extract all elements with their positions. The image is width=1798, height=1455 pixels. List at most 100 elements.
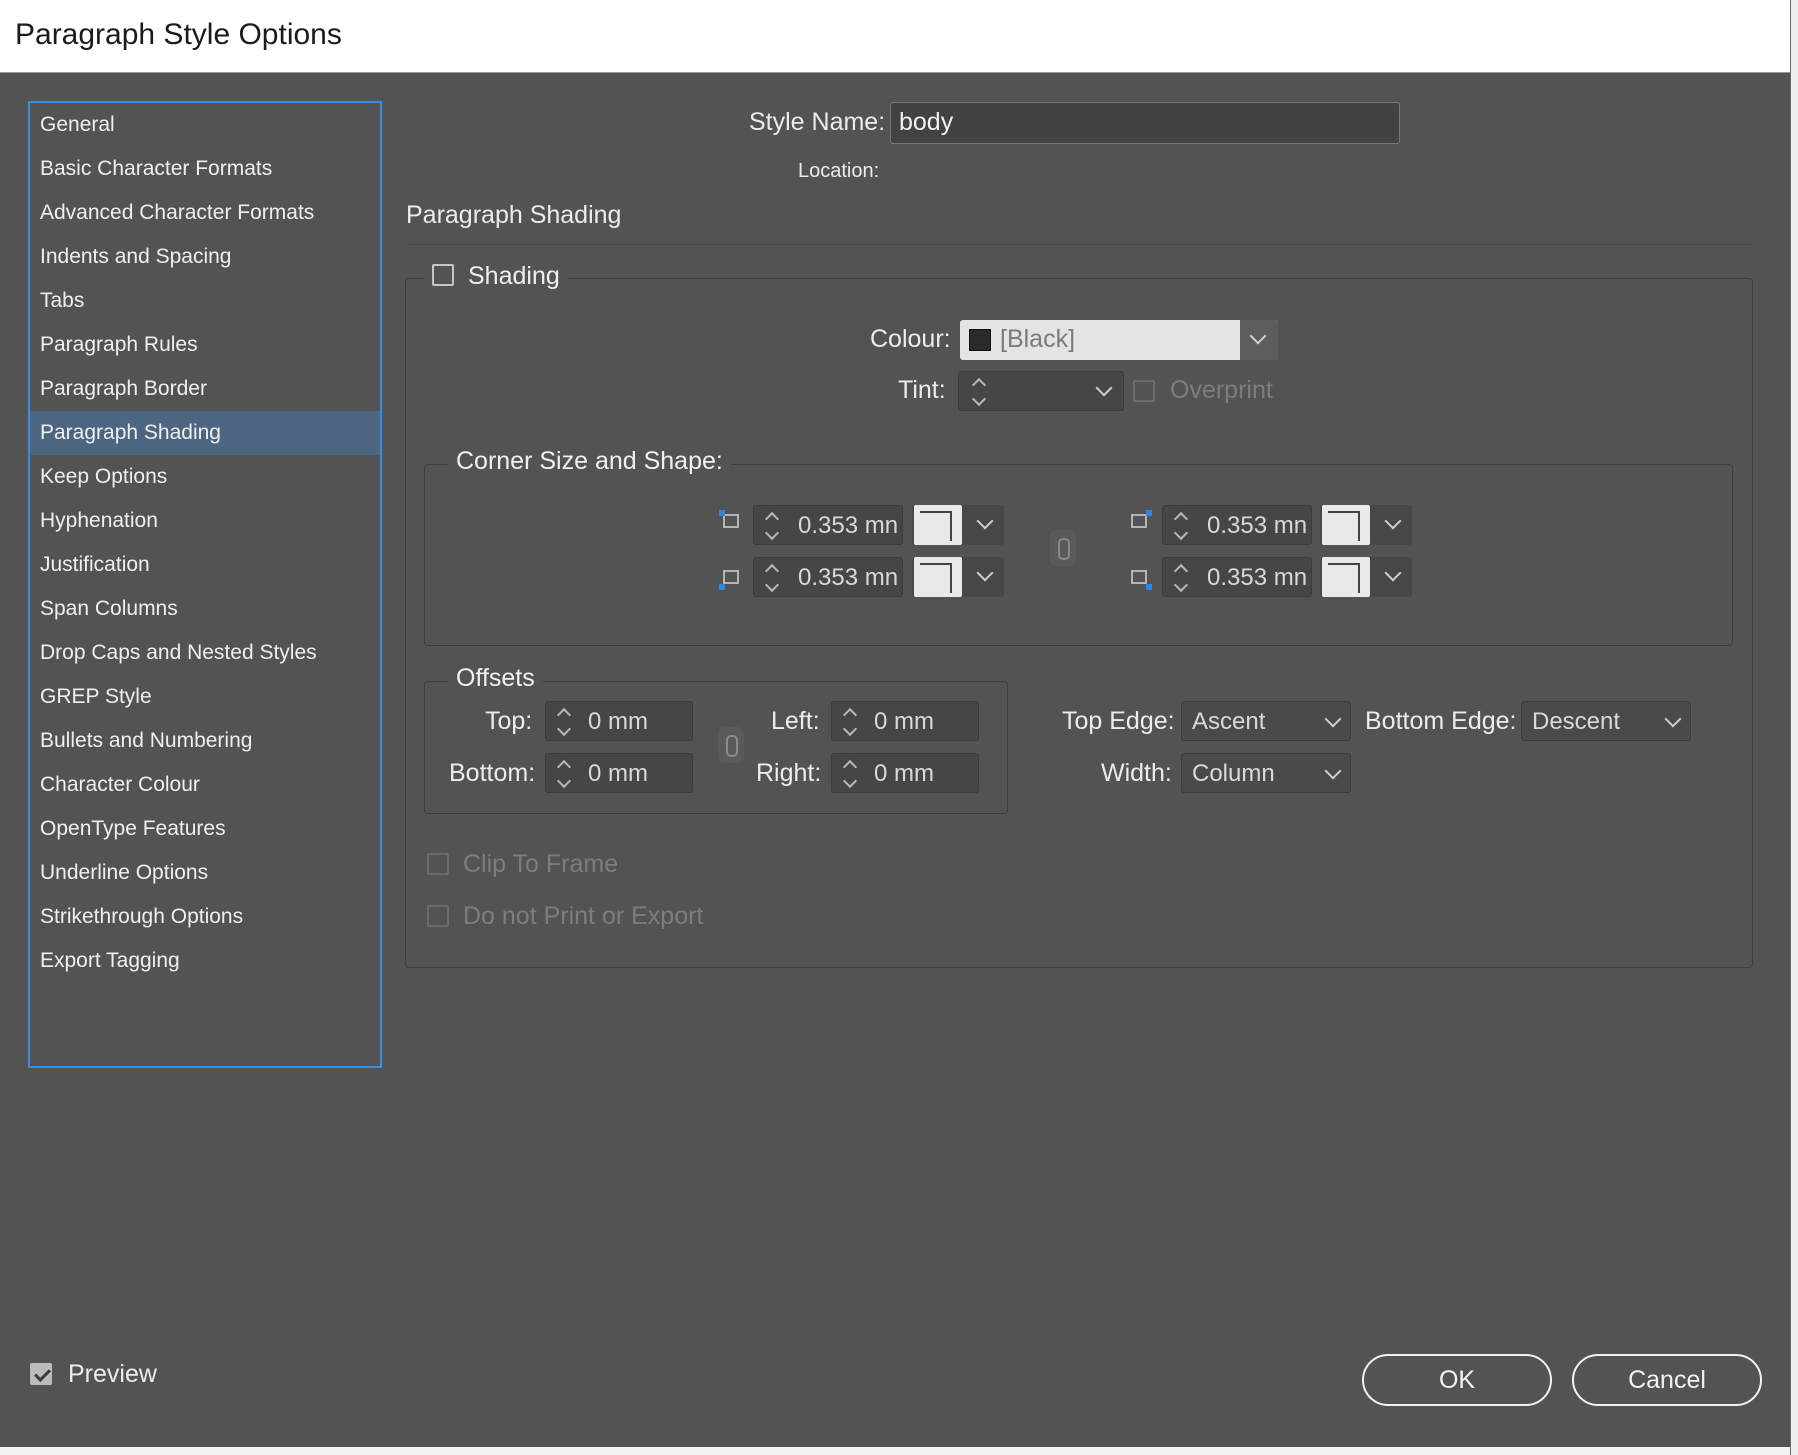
ok-button[interactable]: OK [1362,1354,1552,1406]
chevron-down-icon [1384,564,1402,582]
offset-link-icon[interactable] [718,727,744,763]
window-title: Paragraph Style Options [15,18,342,51]
tint-stepper-icon[interactable] [969,374,989,410]
sidebar-item-hyphenation[interactable]: Hyphenation [30,499,380,543]
offset-top-value: 0 mm [588,708,648,735]
sidebar-item-justification[interactable]: Justification [30,543,380,587]
colour-dropdown[interactable]: [Black] [960,320,1278,360]
sidebar-item-character-colour[interactable]: Character Colour [30,763,380,807]
offset-bottom-input[interactable]: 0 mm [545,753,693,793]
corner-bottom-left-input[interactable]: 0.353 mn [753,557,903,597]
corner-shape-dropdown-tr[interactable] [1320,505,1412,545]
sidebar-item-paragraph-border[interactable]: Paragraph Border [30,367,380,411]
offset-top-label: Top: [485,707,533,735]
chevron-down-icon [1664,710,1682,728]
sidebar-item-span-columns[interactable]: Span Columns [30,587,380,631]
sidebar-item-advanced-character-formats[interactable]: Advanced Character Formats [30,191,380,235]
chevron-down-icon [976,564,994,582]
corner-shape-icon [1322,505,1370,545]
width-dropdown[interactable]: Column [1181,753,1351,793]
offsets-legend: Offsets [448,664,543,696]
cancel-button[interactable]: Cancel [1572,1354,1762,1406]
top-edge-label: Top Edge: [1062,707,1175,735]
bottom-edge-label: Bottom Edge: [1365,707,1517,735]
colour-value: [Black] [1000,325,1076,353]
offset-top-input[interactable]: 0 mm [545,701,693,741]
shading-legend: Shading [424,262,568,294]
corner-shape-dropdown-bl[interactable] [912,557,1004,597]
offset-left-value: 0 mm [874,708,934,735]
corner-top-left-icon [719,510,739,528]
sidebar-item-underline-options[interactable]: Underline Options [30,851,380,895]
stepper-icon[interactable] [1171,508,1191,544]
top-edge-value: Ascent [1192,708,1266,735]
stepper-icon[interactable] [840,756,860,792]
corner-top-right-input[interactable]: 0.353 mn [1162,505,1312,545]
do-not-print-checkbox[interactable] [427,905,449,927]
stepper-icon[interactable] [554,756,574,792]
bottom-edge-value: Descent [1532,708,1621,735]
corner-legend: Corner Size and Shape: [448,447,731,479]
sidebar-item-bullets-and-numbering[interactable]: Bullets and Numbering [30,719,380,763]
dialog-window: Paragraph Style Options General Basic Ch… [0,0,1790,1447]
sidebar-item-indents-and-spacing[interactable]: Indents and Spacing [30,235,380,279]
top-edge-dropdown[interactable]: Ascent [1181,701,1351,741]
sidebar-item-tabs[interactable]: Tabs [30,279,380,323]
corner-shape-icon [914,557,962,597]
style-name-input[interactable]: body [890,102,1400,144]
stepper-icon[interactable] [554,704,574,740]
sidebar-item-keep-options[interactable]: Keep Options [30,455,380,499]
corner-top-left-input[interactable]: 0.353 mn [753,505,903,545]
chevron-down-icon [1324,710,1342,728]
stepper-icon[interactable] [762,560,782,596]
chevron-down-icon [1249,327,1267,345]
preview-label: Preview [68,1360,157,1388]
sidebar-item-grep-style[interactable]: GREP Style [30,675,380,719]
colour-swatch [969,329,991,351]
stepper-icon[interactable] [840,704,860,740]
corner-top-right-value: 0.353 mn [1207,512,1308,539]
clip-to-frame-checkbox[interactable] [427,853,449,875]
corner-shape-icon [1322,557,1370,597]
overprint-label: Overprint [1170,376,1273,404]
background-app-edge [1790,0,1798,1455]
overprint-checkbox[interactable] [1133,380,1155,402]
stepper-icon[interactable] [1171,560,1191,596]
corner-top-left-value: 0.353 mn [798,512,899,539]
sidebar-item-strikethrough-options[interactable]: Strikethrough Options [30,895,380,939]
sidebar-item-drop-caps[interactable]: Drop Caps and Nested Styles [30,631,380,675]
bottom-edge-dropdown[interactable]: Descent [1521,701,1691,741]
do-not-print-label: Do not Print or Export [463,902,704,930]
offset-right-label: Right: [756,759,822,787]
corner-shape-dropdown-tl[interactable] [912,505,1004,545]
category-list: General Basic Character Formats Advanced… [28,101,382,1068]
chevron-down-icon [1384,512,1402,530]
section-title: Paragraph Shading [406,201,622,229]
preview-checkbox[interactable] [30,1363,52,1385]
sidebar-item-paragraph-rules[interactable]: Paragraph Rules [30,323,380,367]
colour-dropdown-button[interactable] [1240,320,1278,360]
section-divider [406,244,1752,245]
chevron-down-icon [976,512,994,530]
corner-bottom-right-icon [1131,570,1152,590]
shading-checkbox[interactable] [432,264,454,287]
chevron-down-icon[interactable] [1095,379,1113,397]
sidebar-item-general[interactable]: General [30,103,380,147]
corner-link-icon[interactable] [1050,530,1076,566]
stepper-icon[interactable] [762,508,782,544]
corner-top-right-icon [1131,510,1152,528]
tint-input[interactable] [958,371,1124,411]
width-label: Width: [1101,759,1172,787]
width-value: Column [1192,760,1275,787]
offset-right-input[interactable]: 0 mm [831,753,979,793]
corner-shape-dropdown-br[interactable] [1320,557,1412,597]
sidebar-item-paragraph-shading[interactable]: Paragraph Shading [30,411,380,455]
offset-left-label: Left: [771,707,820,735]
corner-bottom-right-input[interactable]: 0.353 mn [1162,557,1312,597]
sidebar-item-basic-character-formats[interactable]: Basic Character Formats [30,147,380,191]
offset-left-input[interactable]: 0 mm [831,701,979,741]
shading-label: Shading [468,262,560,290]
sidebar-item-export-tagging[interactable]: Export Tagging [30,939,380,983]
sidebar-item-opentype-features[interactable]: OpenType Features [30,807,380,851]
title-bar: Paragraph Style Options [0,0,1790,73]
